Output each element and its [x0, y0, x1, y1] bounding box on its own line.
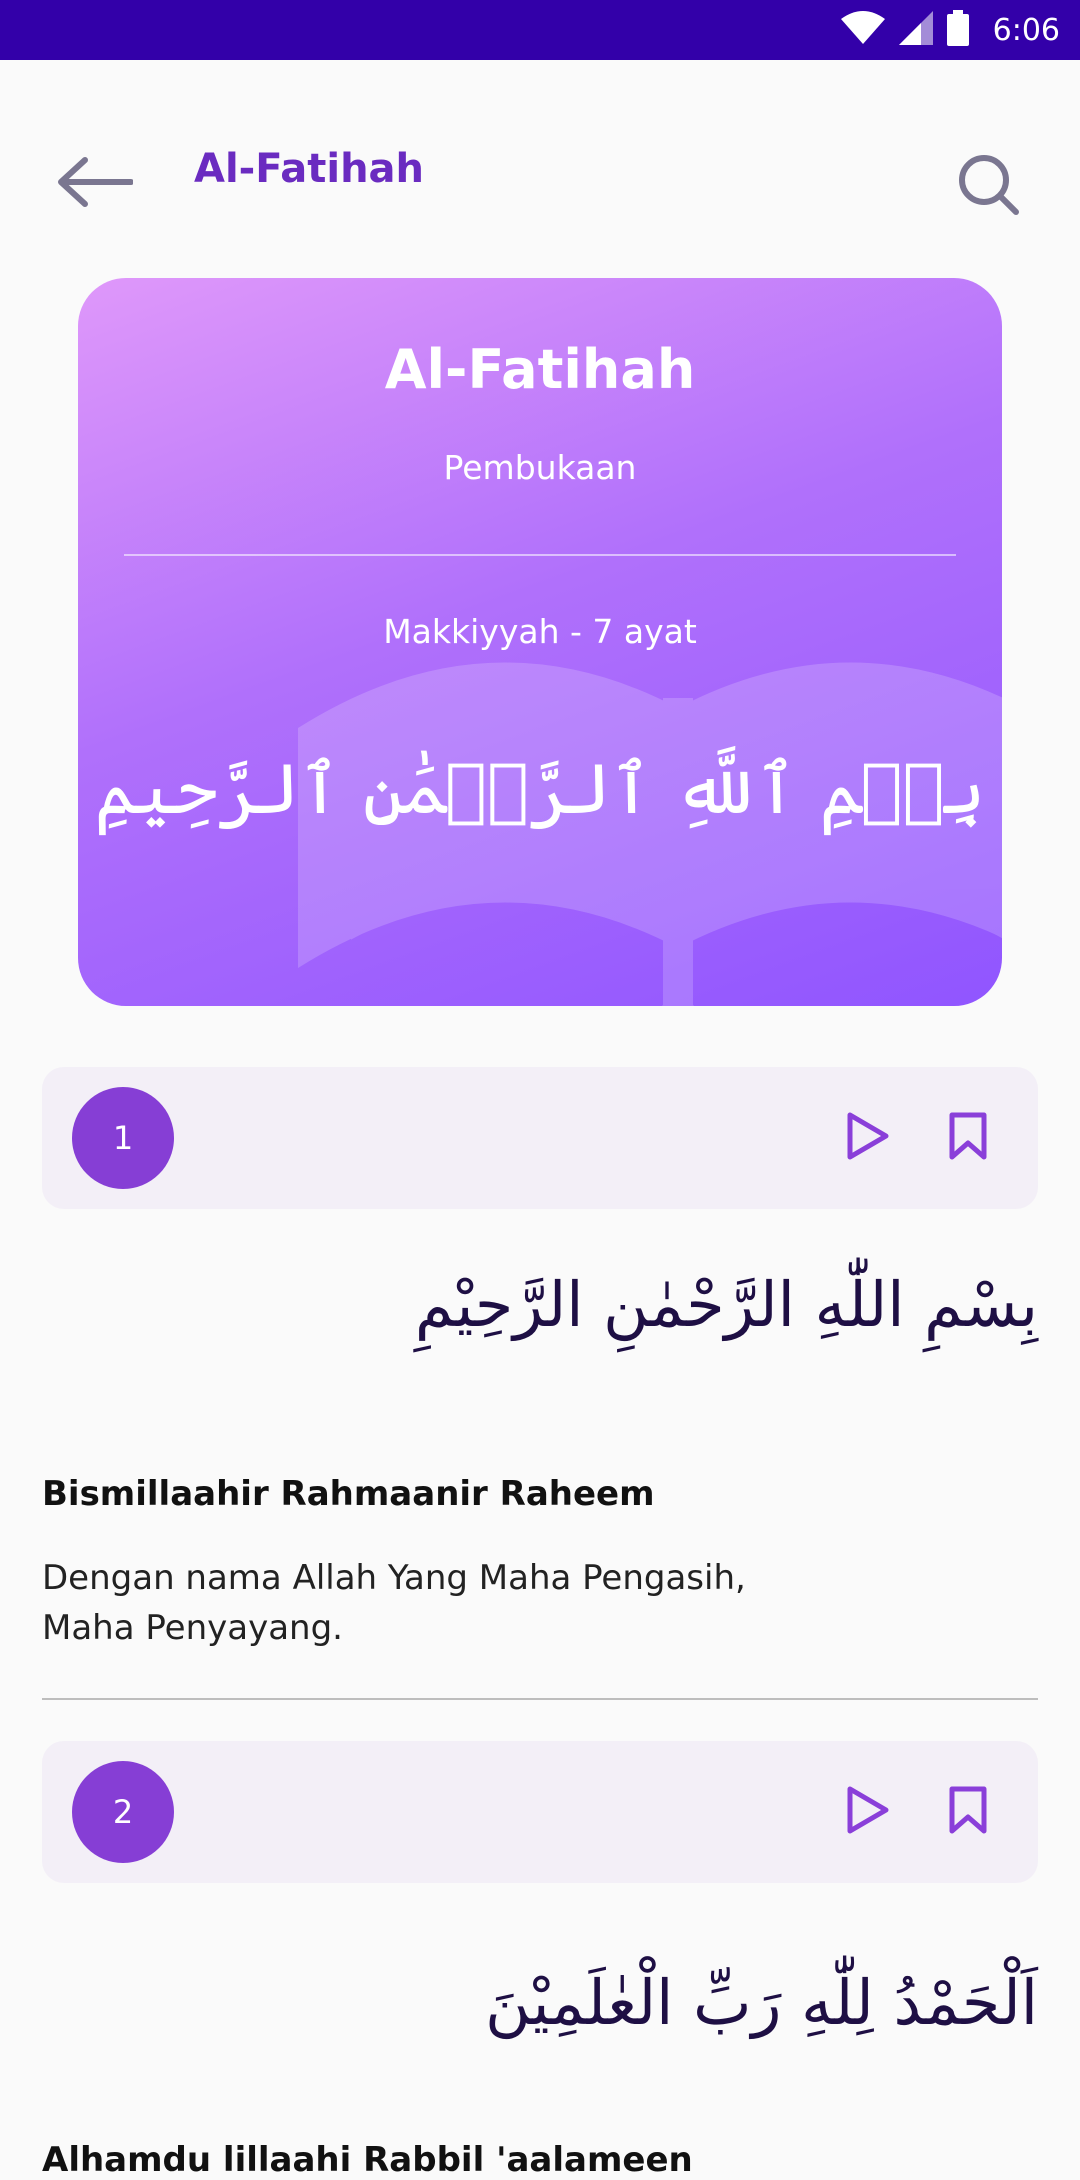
- signal-icon: [898, 11, 933, 49]
- clock-time: 6:06: [992, 12, 1060, 48]
- surah-header-card: Al-Fatihah Pembukaan Makkiyyah - 7 ayat …: [78, 278, 1002, 1006]
- ayah-transliteration: Alhamdu lillaahi Rabbil 'aalameen: [42, 2140, 693, 2180]
- ayah-number-badge: 1: [72, 1087, 174, 1189]
- ayah-divider: [42, 1698, 1038, 1700]
- app-bar: Al-Fatihah: [0, 120, 1080, 240]
- surah-meta: Makkiyyah - 7 ayat: [383, 612, 697, 651]
- bookmark-icon: [948, 1785, 988, 1839]
- ayah-arabic-text: بِسْمِ اللّٰهِ الرَّحْمٰنِ الرَّحِيْمِ: [414, 1268, 1038, 1341]
- ayah-arabic-text: اَلْحَمْدُ لِلّٰهِ رَبِّ الْعٰلَمِيْنَ: [485, 1966, 1038, 2039]
- ayah-transliteration: Bismillaahir Rahmaanir Raheem: [42, 1474, 655, 1514]
- play-audio-button[interactable]: [838, 1108, 898, 1168]
- hero-divider: [124, 554, 956, 556]
- wifi-icon: [840, 11, 885, 49]
- bismillah-calligraphy: بِسۡمِ ٱللَّهِ ٱلرَّحۡمَٰنِ ٱلرَّحِيمِ: [94, 748, 986, 830]
- bookmark-button[interactable]: [938, 1108, 998, 1168]
- bookmark-icon: [948, 1111, 988, 1165]
- battery-icon: [946, 10, 969, 50]
- status-bar: 6:06: [0, 0, 1080, 60]
- page-title: Al-Fatihah: [194, 146, 425, 192]
- ayah-toolbar: 2: [42, 1741, 1038, 1883]
- ayah-number-badge: 2: [72, 1761, 174, 1863]
- bookmark-button[interactable]: [938, 1782, 998, 1842]
- surah-name: Al-Fatihah: [384, 338, 696, 401]
- back-button[interactable]: [52, 154, 138, 214]
- ayah-translation: Dengan nama Allah Yang Maha Pengasih, Ma…: [42, 1558, 746, 1648]
- surah-translation: Pembukaan: [443, 448, 637, 487]
- play-icon: [846, 1785, 890, 1839]
- ayah-toolbar: 1: [42, 1067, 1038, 1209]
- search-button[interactable]: [948, 146, 1028, 226]
- play-audio-button[interactable]: [838, 1782, 898, 1842]
- search-icon: [956, 152, 1020, 220]
- play-icon: [846, 1111, 890, 1165]
- arrow-left-icon: [57, 157, 134, 211]
